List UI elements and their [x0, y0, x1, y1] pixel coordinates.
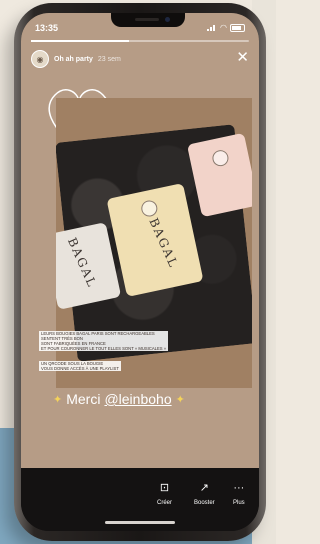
candle-brand-label: BAGAL [64, 235, 100, 291]
story-action-bar: ⊡ Créer ↗ Booster ··· Plus [21, 468, 259, 531]
sparkles-icon: ✦ [53, 393, 63, 406]
front-camera [165, 17, 170, 22]
story-progress-fill [31, 40, 130, 42]
close-icon[interactable]: ✕ [236, 50, 249, 65]
speaker [135, 18, 159, 21]
story-progress-bar [31, 40, 249, 42]
create-icon: ⊡ [159, 482, 170, 494]
caption-line: ET POUR COURONNER LE TOUT ELLES SONT « M… [39, 346, 169, 351]
sparkles-icon: ✦ [175, 393, 185, 406]
status-icons: ◠ [207, 23, 245, 32]
caption-block-1: LEURS BOUGIES BAGAL PARIS SONT RECHARGEA… [39, 331, 169, 351]
account-avatar[interactable]: ◉ [31, 50, 49, 68]
more-button[interactable]: ··· Plus [233, 482, 245, 506]
more-label: Plus [233, 500, 245, 506]
signal-icon [207, 24, 217, 31]
caption-line: VOUS DONNE ACCÈS À UNE PLAYLIST [39, 366, 121, 371]
notch [111, 13, 185, 27]
story-time: 23 sem [97, 55, 121, 63]
candle-seal [139, 199, 159, 218]
wifi-icon: ◠ [220, 23, 227, 32]
account-name[interactable]: Oh ah party [54, 56, 93, 63]
story-header: ◉ Oh ah party 23 sem [31, 50, 121, 68]
story-view[interactable]: ◉ Oh ah party 23 sem ✕ leinboho BAGAL BA… [21, 13, 259, 468]
boost-icon: ↗ [199, 482, 209, 494]
candle-seal [210, 148, 230, 168]
home-indicator[interactable] [105, 521, 175, 524]
thanks-text: Merci [66, 391, 101, 407]
more-icon: ··· [233, 482, 245, 494]
status-time: 13:35 [35, 23, 59, 33]
boost-button[interactable]: ↗ Booster [194, 482, 215, 506]
mention-link[interactable]: @leinboho [104, 391, 171, 407]
create-button[interactable]: ⊡ Créer [157, 482, 172, 506]
caption-block-2: UN QRCODE SOUS LA BOUGIE VOUS DONNE ACCÈ… [39, 361, 121, 371]
thanks-sticker[interactable]: ✦ Merci @leinboho ✦ [53, 391, 185, 407]
battery-icon [230, 23, 245, 32]
boost-label: Booster [194, 500, 215, 506]
phone-screen: ◉ Oh ah party 23 sem ✕ leinboho BAGAL BA… [21, 13, 259, 531]
candle-brand-label: BAGAL [146, 215, 182, 271]
create-label: Créer [157, 500, 173, 506]
